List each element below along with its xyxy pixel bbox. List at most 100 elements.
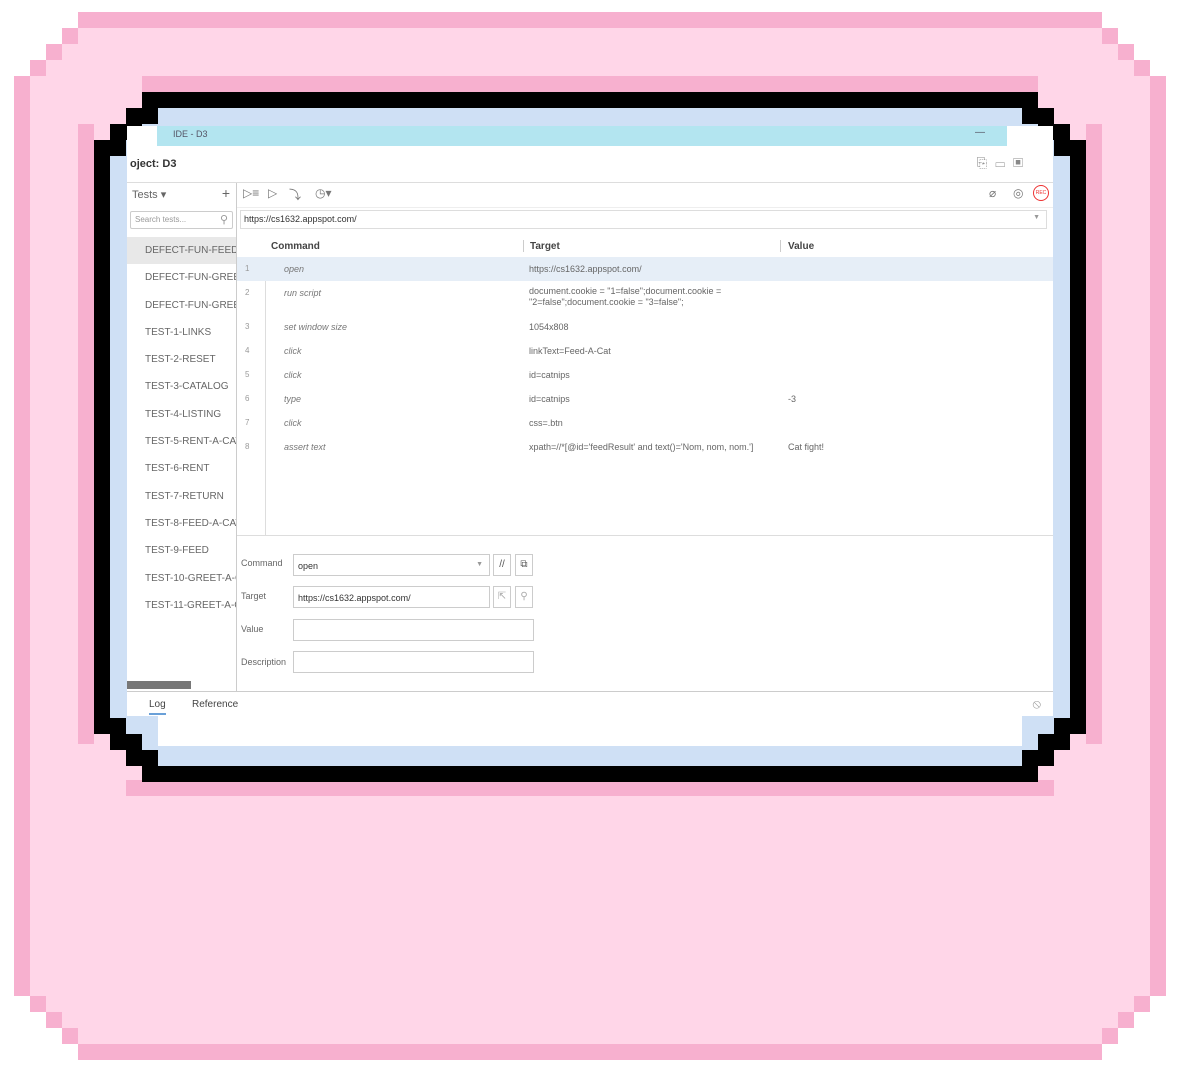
row-target: xpath=//*[@id='feedResult' and text()='N…	[529, 442, 754, 452]
base-url-input[interactable]: https://cs1632.appspot.com/ ▼	[240, 210, 1047, 229]
test-item[interactable]: TEST-11-GREET-A-CAT-V	[127, 592, 236, 619]
value-column-header: Value	[788, 241, 815, 252]
command-row[interactable]: 7 click css=.btn	[237, 411, 1053, 435]
tab-reference[interactable]: Reference	[192, 699, 238, 710]
command-row[interactable]: 6 type id=catnips -3	[237, 387, 1053, 411]
window-title: IDE - D3	[173, 129, 208, 139]
test-item[interactable]: TEST-5-RENT-A-CAT	[127, 428, 236, 455]
test-item[interactable]: TEST-8-FEED-A-CAT	[127, 510, 236, 537]
row-value: Cat fight!	[788, 442, 825, 452]
open-reference-icon[interactable]: ⧉	[515, 554, 533, 576]
row-number: 3	[245, 322, 250, 331]
row-command: open	[284, 264, 305, 274]
find-target-icon[interactable]: ⚲	[515, 586, 533, 608]
command-editor: Command open ▼ // ⧉ Target https://cs163…	[237, 535, 1053, 692]
playback-toolbar: ▷≡ ▷ ⤵ ◷▾ ⌀ ◎ REC	[237, 183, 1053, 208]
search-icon: ⚲	[219, 214, 228, 226]
test-item[interactable]: TEST-10-GREET-A-CAT	[127, 565, 236, 592]
row-target: id=catnips	[529, 394, 570, 404]
test-item[interactable]: TEST-1-LINKS	[127, 319, 236, 346]
test-item[interactable]: TEST-9-FEED	[127, 537, 236, 564]
test-item[interactable]: TEST-2-RESET	[127, 346, 236, 373]
command-input[interactable]: open ▼	[293, 554, 490, 576]
test-item[interactable]: DEFECT-FUN-FEED	[127, 237, 236, 265]
command-row[interactable]: 3 set window size 1054x808	[237, 315, 1053, 339]
run-current-test-icon[interactable]: ▷	[268, 186, 277, 200]
command-column-header: Command	[271, 241, 320, 252]
project-label: oject:	[130, 158, 160, 170]
horizontal-scrollbar[interactable]	[127, 681, 191, 689]
test-item[interactable]: TEST-4-LISTING	[127, 401, 236, 428]
command-row[interactable]: 2 run script document.cookie = "1=false"…	[237, 281, 1053, 315]
target-column-header: Target	[530, 241, 560, 252]
description-input[interactable]	[293, 651, 534, 673]
description-label: Description	[241, 657, 287, 667]
command-grid: Command Target Value 1 open https://cs16…	[237, 235, 1053, 535]
row-number: 6	[245, 394, 250, 403]
row-command: click	[284, 370, 302, 380]
command-row[interactable]: 1 open https://cs1632.appspot.com/	[237, 257, 1053, 281]
row-number: 8	[245, 442, 250, 451]
select-target-icon[interactable]: ⇱	[493, 586, 511, 608]
project-actions: ⎘▭▣	[977, 155, 1031, 171]
row-number: 7	[245, 418, 250, 427]
save-icon[interactable]: ▣	[1013, 155, 1031, 170]
open-folder-icon[interactable]: ▭	[995, 155, 1013, 170]
new-project-icon[interactable]: ⎘	[977, 155, 995, 170]
minimize-button[interactable]: —	[975, 127, 985, 138]
main-panel: ▷≡ ▷ ⤵ ◷▾ ⌀ ◎ REC https://cs1632.appspot…	[237, 183, 1053, 691]
chevron-down-icon[interactable]: ▼	[476, 561, 483, 568]
test-item[interactable]: DEFECT-FUN-GREET-A-	[127, 292, 236, 319]
test-item[interactable]: TEST-7-RETURN	[127, 483, 236, 510]
value-input[interactable]	[293, 619, 534, 641]
row-target: https://cs1632.appspot.com/	[529, 264, 642, 274]
row-command: click	[284, 418, 302, 428]
row-command: set window size	[284, 322, 348, 332]
speed-icon[interactable]: ◷▾	[315, 186, 332, 200]
row-target: document.cookie = "1=false";document.coo…	[529, 286, 722, 307]
tab-log[interactable]: Log	[149, 699, 166, 715]
project-name-label: oject: D3	[130, 158, 176, 170]
command-row[interactable]: 8 assert text xpath=//*[@id='feedResult'…	[237, 435, 1053, 459]
project-bar: oject: D3 ⎘▭▣	[127, 146, 1053, 183]
disable-breakpoints-icon[interactable]: ⌀	[989, 186, 996, 200]
comment-button[interactable]: //	[493, 554, 511, 576]
test-item[interactable]: DEFECT-FUN-GREET-A-	[127, 264, 236, 291]
console-tabs: Log Reference ⦸	[127, 691, 1053, 716]
selenium-ide-window: IDE - D3 — oject: D3 ⎘▭▣ Tests ▾ + Searc…	[127, 126, 1053, 716]
command-row[interactable]: 5 click id=catnips	[237, 363, 1053, 387]
run-all-tests-icon[interactable]: ▷≡	[243, 186, 259, 200]
row-command: click	[284, 346, 302, 356]
value-label: Value	[241, 624, 264, 634]
base-url-value: https://cs1632.appspot.com/	[244, 214, 357, 224]
command-label: Command	[241, 558, 283, 568]
pause-exceptions-icon[interactable]: ◎	[1013, 186, 1023, 200]
grid-header: Command Target Value	[237, 235, 1053, 257]
row-command: assert text	[284, 442, 326, 452]
row-value: -3	[788, 394, 797, 404]
project-name[interactable]: D3	[162, 158, 176, 170]
test-item[interactable]: TEST-3-CATALOG	[127, 373, 236, 400]
test-item[interactable]: TEST-6-RENT	[127, 455, 236, 482]
row-command: type	[284, 394, 302, 404]
chevron-down-icon[interactable]: ▼	[1033, 214, 1040, 221]
add-test-button[interactable]: +	[222, 185, 230, 201]
title-bar: IDE - D3 —	[157, 126, 1007, 146]
command-input-value: open	[298, 561, 319, 571]
row-target: id=catnips	[529, 370, 570, 380]
tests-sidebar: Tests ▾ + Search tests... ⚲ DEFECT-FUN-F…	[127, 183, 237, 691]
record-button[interactable]: REC	[1033, 185, 1049, 201]
tests-dropdown[interactable]: Tests ▾	[132, 188, 166, 201]
row-number: 2	[245, 288, 250, 297]
search-tests-input[interactable]: Search tests... ⚲	[130, 211, 233, 229]
step-over-icon[interactable]: ⤵	[289, 186, 301, 203]
row-number: 5	[245, 370, 250, 379]
command-row[interactable]: 4 click linkText=Feed-A-Cat	[237, 339, 1053, 363]
target-input[interactable]: https://cs1632.appspot.com/	[293, 586, 490, 608]
row-target: css=.btn	[529, 418, 563, 428]
row-target: linkText=Feed-A-Cat	[529, 346, 611, 356]
row-number: 4	[245, 346, 250, 355]
clear-log-icon[interactable]: ⦸	[1033, 696, 1041, 712]
row-command: run script	[284, 288, 322, 298]
target-label: Target	[241, 591, 267, 601]
